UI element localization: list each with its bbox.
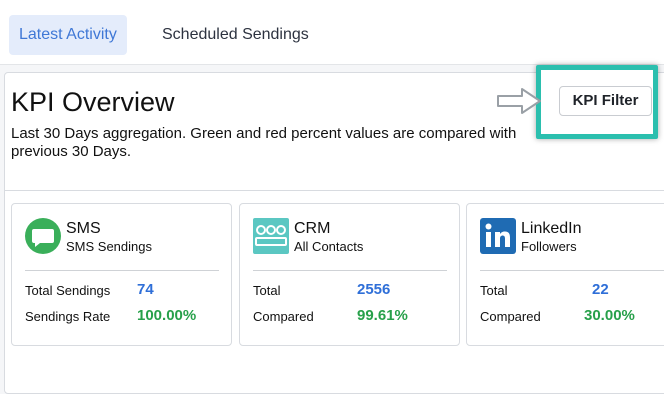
metric-label: Compared bbox=[480, 309, 541, 324]
tab-latest-activity[interactable]: Latest Activity bbox=[9, 15, 127, 55]
divider bbox=[480, 270, 664, 271]
card-subtitle: All Contacts bbox=[294, 239, 364, 254]
top-tab-bar: Latest Activity Scheduled Sendings bbox=[0, 0, 664, 65]
card-subtitle: Followers bbox=[521, 239, 577, 254]
divider bbox=[5, 190, 664, 191]
metric-value: 22 bbox=[592, 281, 609, 298]
kpi-card-linkedin: LinkedIn Followers Total 22 Compared 30.… bbox=[466, 203, 664, 346]
metric-label: Total Sendings bbox=[25, 283, 111, 298]
metric-label: Total bbox=[253, 283, 281, 298]
metric-value: 2556 bbox=[357, 281, 391, 298]
card-title: SMS bbox=[66, 220, 101, 237]
card-subtitle: SMS Sendings bbox=[66, 239, 152, 254]
metric-value: 30.00% bbox=[584, 307, 635, 324]
metric-label: Sendings Rate bbox=[25, 309, 111, 324]
pointer-arrow-icon bbox=[497, 88, 541, 114]
kpi-filter-button[interactable]: KPI Filter bbox=[559, 86, 652, 116]
metric-value: 100.00% bbox=[137, 307, 197, 324]
panel-description: Last 30 Days aggregation. Green and red … bbox=[11, 125, 517, 160]
divider bbox=[253, 270, 447, 271]
linkedin-icon bbox=[480, 218, 516, 254]
metric-label: Total bbox=[480, 283, 508, 298]
metric-label: Compared bbox=[253, 309, 314, 324]
card-title: CRM bbox=[294, 220, 331, 237]
metric-value: 99.61% bbox=[357, 307, 408, 324]
sms-chat-icon bbox=[25, 218, 61, 254]
metric-value: 74 bbox=[137, 281, 154, 298]
crm-contacts-icon bbox=[253, 218, 289, 254]
card-title: LinkedIn bbox=[521, 220, 582, 237]
page-title: KPI Overview bbox=[11, 87, 175, 117]
divider bbox=[25, 270, 219, 271]
kpi-card-sms: SMS SMS Sendings Total Sendings 74 Sendi… bbox=[11, 203, 232, 346]
tab-scheduled-sendings[interactable]: Scheduled Sendings bbox=[152, 15, 319, 55]
kpi-card-crm: CRM All Contacts Total 2556 Compared 99.… bbox=[239, 203, 460, 346]
